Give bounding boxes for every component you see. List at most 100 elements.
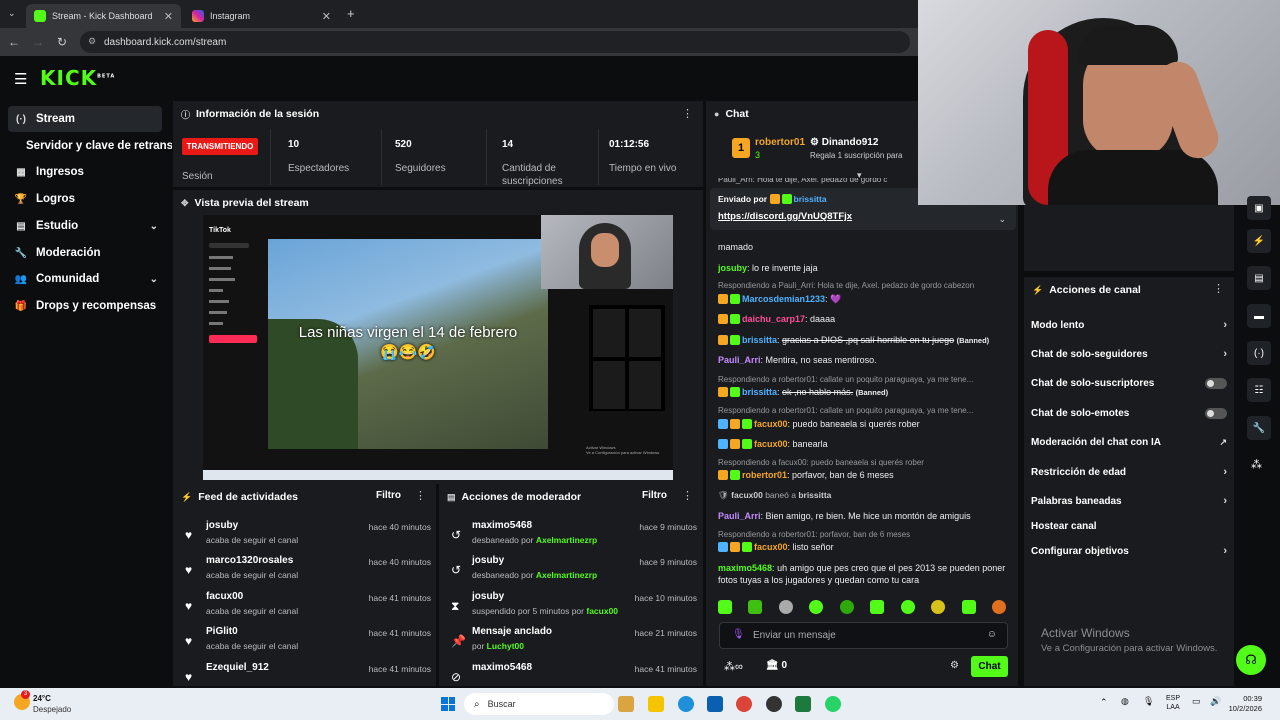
- emote-icon[interactable]: [778, 600, 793, 614]
- feed-username[interactable]: facux00: [206, 591, 243, 602]
- chrome-icon[interactable]: [736, 696, 752, 712]
- pinned-link[interactable]: https://discord.gg/VnUQ8TFjx: [718, 211, 852, 222]
- emote-icon[interactable]: [718, 600, 732, 614]
- emote-icon[interactable]: [931, 600, 946, 614]
- emote-icon[interactable]: [991, 600, 1006, 614]
- action-configure-goals[interactable]: Configurar objetivos ›: [1031, 541, 1227, 561]
- emotes-only-toggle[interactable]: [1205, 407, 1227, 419]
- more-options-icon[interactable]: ⋮: [415, 489, 426, 502]
- taskbar-search[interactable]: ⌕ Buscar: [464, 693, 614, 715]
- sidebar-item-ingresos[interactable]: ▦ Ingresos: [8, 159, 162, 185]
- windows-start-icon[interactable]: [441, 697, 455, 711]
- clock[interactable]: 00:39 10/2/2026: [1222, 694, 1262, 714]
- more-options-icon[interactable]: ⋮: [682, 489, 693, 502]
- emote-icon[interactable]: [870, 600, 885, 614]
- stream-preview-video[interactable]: TikTok Las niñas virgen el 14 de febrero…: [203, 215, 673, 480]
- filter-button[interactable]: Filtro: [642, 490, 667, 501]
- sidebar-item-logros[interactable]: 🏆 Logros: [8, 186, 162, 212]
- address-bar[interactable]: ⚙ dashboard.kick.com/stream: [80, 31, 910, 53]
- sidebar-item-moderacion[interactable]: 🔧 Moderación: [8, 240, 162, 266]
- action-modo-lento[interactable]: Modo lento ›: [1031, 315, 1227, 335]
- back-icon[interactable]: ←: [2, 35, 26, 49]
- chat-input[interactable]: 🎙 Enviar un mensaje ☺: [719, 622, 1008, 649]
- emote-icon[interactable]: [961, 600, 976, 614]
- action-solo-emotes[interactable]: Chat de solo-emotes: [1031, 403, 1227, 423]
- filter-button[interactable]: Filtro: [376, 490, 401, 501]
- rail-button-1[interactable]: ▣: [1247, 196, 1271, 220]
- site-info-icon[interactable]: ⚙: [88, 36, 96, 47]
- send-chat-button[interactable]: Chat: [971, 656, 1008, 677]
- microphone-icon[interactable]: 🎙: [1143, 696, 1154, 707]
- emote-icon[interactable]: [900, 600, 915, 614]
- action-solo-seguidores[interactable]: Chat de solo-seguidores ›: [1031, 344, 1227, 364]
- rail-button-3[interactable]: ▤: [1247, 266, 1271, 290]
- mod-target[interactable]: maximo5468: [472, 662, 532, 673]
- close-tab-icon[interactable]: ✕: [164, 10, 173, 23]
- gifter2[interactable]: ⚙ Dinando912: [810, 137, 878, 148]
- mic-icon[interactable]: 🎙: [732, 629, 745, 640]
- reload-icon[interactable]: ↻: [50, 35, 74, 49]
- action-banned-words[interactable]: Palabras baneadas ›: [1031, 491, 1227, 511]
- rail-button-4[interactable]: ▬: [1247, 304, 1271, 328]
- top-gifter-name[interactable]: robertor01: [755, 137, 805, 148]
- community-icon[interactable]: ⁂∞: [724, 660, 743, 673]
- tab-kick-dashboard[interactable]: Stream - Kick Dashboard ✕: [26, 4, 181, 28]
- chat-settings-icon[interactable]: ⚙: [950, 660, 959, 671]
- tab-list-chevron-icon[interactable]: ⌄: [8, 8, 16, 19]
- rail-button-6[interactable]: ☷: [1247, 378, 1271, 402]
- action-host-channel[interactable]: Hostear canal: [1031, 516, 1227, 536]
- feed-username[interactable]: Ezequiel_912: [206, 662, 269, 673]
- mod-target[interactable]: josuby: [472, 591, 504, 602]
- taskbar-app-icon[interactable]: [618, 696, 634, 712]
- rail-button-2[interactable]: ⚡: [1247, 229, 1271, 253]
- obs-icon[interactable]: [766, 696, 782, 712]
- search-icon: ⌕: [474, 698, 480, 710]
- chevron-down-icon[interactable]: ⌄: [998, 214, 1006, 225]
- community-icon[interactable]: ⁂: [1251, 458, 1262, 471]
- rail-button-7[interactable]: 🔧: [1247, 416, 1271, 440]
- mod-target[interactable]: josuby: [472, 555, 504, 566]
- store-icon[interactable]: [707, 696, 723, 712]
- tab-instagram[interactable]: Instagram ✕: [184, 4, 339, 28]
- action-ia-moderation[interactable]: Moderación del chat con IA ↗: [1031, 432, 1227, 452]
- forward-icon[interactable]: →: [26, 35, 50, 49]
- display-icon[interactable]: ▭: [1192, 696, 1201, 707]
- hamburger-menu-icon[interactable]: ☰: [14, 70, 27, 88]
- action-solo-suscriptores[interactable]: Chat de solo-suscriptores: [1031, 373, 1227, 393]
- action-age-restriction[interactable]: Restricción de edad ›: [1031, 462, 1227, 482]
- more-options-icon[interactable]: ⋮: [682, 107, 693, 120]
- edge-icon[interactable]: [678, 696, 694, 712]
- chevron-up-icon[interactable]: ⌃: [1100, 697, 1108, 708]
- sidebar-item-comunidad[interactable]: 👥 Comunidad ⌄: [8, 266, 162, 292]
- emote-icon[interactable]: [748, 600, 763, 614]
- stat-value: 520: [395, 139, 412, 150]
- sidebar-item-estudio[interactable]: ▤ Estudio ⌄: [8, 213, 162, 239]
- mod-target[interactable]: maximo5468: [472, 520, 532, 531]
- file-explorer-icon[interactable]: [648, 696, 664, 712]
- feed-username[interactable]: marco1320rosales: [206, 555, 293, 566]
- more-options-icon[interactable]: ⋮: [1213, 282, 1224, 295]
- points-display[interactable]: 🏛 0: [766, 660, 787, 671]
- sidebar-item-drops[interactable]: 🎁 Drops y recompensas: [8, 293, 162, 319]
- list-item: ⧗ josuby suspendido por 5 minutos por facu…: [447, 591, 697, 625]
- emote-icon[interactable]: [809, 600, 824, 614]
- feed-username[interactable]: PiGlit0: [206, 626, 238, 637]
- subscribers-only-toggle[interactable]: [1205, 377, 1227, 389]
- speaker-icon[interactable]: 🔊: [1210, 696, 1221, 707]
- emote-icon[interactable]: [839, 600, 854, 614]
- sidebar-item-stream[interactable]: (·) Stream: [8, 106, 162, 132]
- close-tab-icon[interactable]: ✕: [322, 10, 331, 23]
- language-indicator[interactable]: ESP LAA: [1166, 694, 1180, 712]
- new-tab-icon[interactable]: +: [347, 6, 355, 21]
- network-icon[interactable]: ◍: [1121, 696, 1129, 707]
- feed-username[interactable]: josuby: [206, 520, 238, 531]
- mod-target[interactable]: Mensaje anclado: [472, 626, 552, 637]
- sidebar-item-server-key[interactable]: Servidor y clave de retransm: [8, 133, 172, 159]
- chat-message: brissitta: gracias a DIOS ,pq salí horri…: [718, 334, 1013, 347]
- support-headset-icon[interactable]: ☊: [1236, 645, 1266, 675]
- kick-logo[interactable]: KICKBETA: [40, 66, 115, 90]
- excel-icon[interactable]: [795, 696, 811, 712]
- whatsapp-icon[interactable]: [825, 696, 841, 712]
- rail-button-5[interactable]: (·): [1247, 341, 1271, 365]
- emoji-icon[interactable]: ☺: [987, 629, 997, 640]
